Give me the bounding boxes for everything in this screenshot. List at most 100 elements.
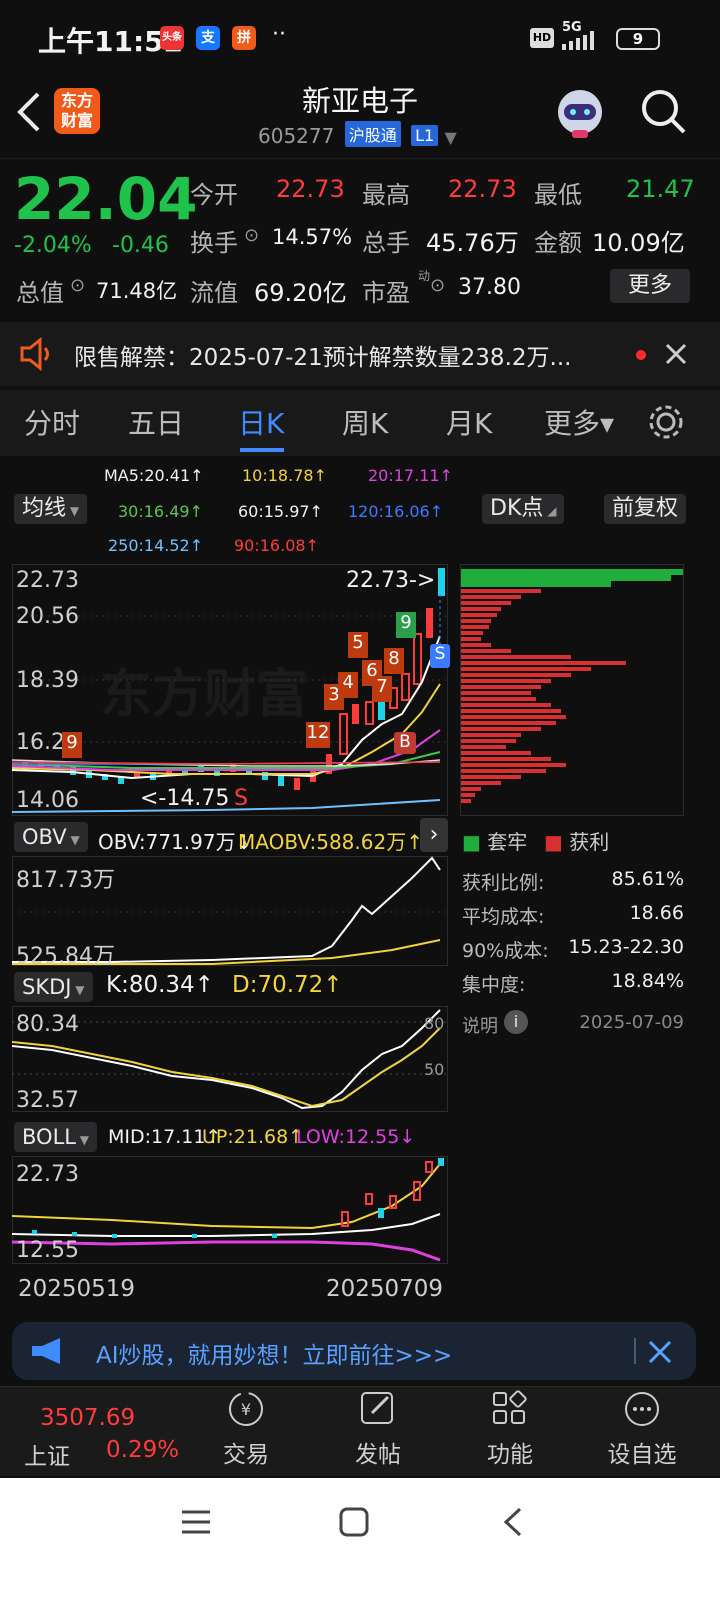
add-watchlist-label: 设自选 bbox=[607, 1442, 677, 1468]
svg-text:¥: ¥ bbox=[241, 1400, 251, 1419]
skdj-ref-50: 50 bbox=[424, 1060, 445, 1079]
system-nav-bar bbox=[0, 1478, 720, 1600]
high-price-marker: 22.73-> bbox=[346, 568, 436, 593]
td-count-marker: 3 bbox=[324, 684, 344, 710]
low-value: 21.47 bbox=[626, 175, 695, 203]
close-icon[interactable] bbox=[664, 342, 688, 366]
float-value: 69.20亿 bbox=[254, 279, 347, 307]
signal-icon bbox=[562, 31, 594, 50]
td-count-marker: 8 bbox=[384, 648, 404, 674]
low-label: 最低 bbox=[534, 181, 582, 209]
kline-y-label: 18.39 bbox=[16, 668, 79, 693]
stock-header: 东方 财富 新亚电子 605277 沪股通 L1 ▼ bbox=[0, 78, 720, 156]
info-icon[interactable]: ⊙ bbox=[244, 225, 259, 246]
battery-level: 9 bbox=[632, 30, 644, 48]
skdj-indicator-selector[interactable]: SKDJ ▼ bbox=[14, 972, 93, 1002]
mktcap-value: 71.48亿 bbox=[96, 279, 178, 303]
bottom-bar: 3507.69 上证 0.29% ¥ 交易 发帖 功能 设自选 bbox=[0, 1386, 720, 1476]
index-name[interactable]: 上证 bbox=[24, 1437, 70, 1471]
kline-y-label: 20.56 bbox=[16, 604, 79, 629]
banner-text: AI炒股，就用妙想！立即前往>>> bbox=[96, 1343, 453, 1369]
post-button[interactable]: 发帖 bbox=[328, 1389, 428, 1469]
tab-weekly-k[interactable]: 周K bbox=[342, 402, 388, 442]
dk-point-selector[interactable]: DK点 ◢ bbox=[482, 494, 565, 524]
chip-note-label[interactable]: 说明 bbox=[462, 1012, 498, 1038]
active-tab-indicator bbox=[240, 448, 284, 452]
date-end: 20250709 bbox=[326, 1276, 444, 1302]
ma5-value: MA5:20.41↑ bbox=[104, 466, 204, 485]
pe-label: 市盈 bbox=[362, 279, 410, 307]
info-icon[interactable]: ⊙ bbox=[430, 275, 445, 296]
volume-value: 45.76万 bbox=[426, 229, 519, 257]
index-change[interactable]: 0.29% bbox=[106, 1437, 179, 1463]
sell-signal-badge[interactable]: S bbox=[430, 644, 450, 668]
dropdown-arrow-icon[interactable]: ▼ bbox=[445, 128, 457, 147]
battery-icon: 9 bbox=[616, 28, 660, 50]
concentration-value: 18.84% bbox=[611, 970, 684, 992]
back-icon[interactable] bbox=[498, 1506, 530, 1538]
tab-monthly-k[interactable]: 月K bbox=[446, 402, 492, 442]
level-tag: L1 bbox=[411, 125, 439, 146]
period-tabs: 分时 五日 日K 周K 月K 更多▾ bbox=[0, 390, 720, 456]
trade-button[interactable]: ¥ 交易 bbox=[196, 1389, 296, 1469]
info-icon[interactable]: i bbox=[504, 1010, 528, 1034]
tab-intraday[interactable]: 分时 bbox=[24, 402, 80, 442]
avg-cost-label: 平均成本: bbox=[462, 906, 545, 928]
quote-panel: 22.04 -2.04% -0.46 今开 22.73 最高 22.73 最低 … bbox=[0, 158, 720, 318]
chevron-right-icon[interactable]: › bbox=[420, 818, 448, 852]
info-icon[interactable]: ⊙ bbox=[70, 275, 85, 296]
buy-signal-badge[interactable]: B bbox=[394, 732, 416, 754]
index-value[interactable]: 3507.69 bbox=[40, 1405, 135, 1431]
market-tag: 沪股通 bbox=[344, 121, 401, 147]
profit-ratio-label: 获利比例: bbox=[462, 872, 545, 894]
menu-icon[interactable] bbox=[180, 1506, 212, 1538]
obv-value: OBV:771.97万↓ bbox=[98, 830, 253, 854]
unread-dot bbox=[636, 350, 646, 360]
skdj-y-bottom: 32.57 bbox=[16, 1088, 79, 1113]
search-icon[interactable] bbox=[640, 88, 688, 136]
avg-line-selector[interactable]: 均线 ▼ bbox=[14, 494, 88, 524]
concentration-label: 集中度: bbox=[462, 974, 526, 996]
ma250-value: 250:14.52↑ bbox=[108, 536, 204, 555]
tab-five-day[interactable]: 五日 bbox=[128, 402, 184, 442]
skdj-ref-80: 80 bbox=[424, 1014, 445, 1033]
tab-more[interactable]: 更多▾ bbox=[544, 402, 614, 442]
hd-icon: HD bbox=[530, 28, 554, 48]
stock-code: 605277 bbox=[258, 124, 335, 148]
settings-gear-icon[interactable] bbox=[646, 402, 686, 442]
td-count-marker: 12 bbox=[306, 722, 330, 748]
forward-adjust-button[interactable]: 前复权 bbox=[604, 494, 687, 524]
close-icon[interactable] bbox=[648, 1340, 672, 1364]
status-bar: 上午11:52 头条 支 拼 ·· HD 5G 9 bbox=[0, 0, 720, 78]
skdj-name: SKDJ bbox=[22, 975, 72, 999]
sell-signal-marker[interactable]: S bbox=[234, 786, 248, 811]
obv-indicator-selector[interactable]: OBV ▼ bbox=[14, 822, 88, 852]
chip-legend-profit: ■ 获利 bbox=[544, 830, 610, 854]
change-amount: -0.46 bbox=[112, 233, 169, 258]
ai-robot-icon[interactable] bbox=[552, 86, 608, 142]
ai-promo-banner[interactable]: AI炒股，就用妙想！立即前往>>> bbox=[12, 1322, 696, 1380]
notice-text: 限售解禁：2025-07-21预计解禁数量238.2万... bbox=[74, 345, 572, 371]
kline-y-label: 14.06 bbox=[16, 788, 79, 813]
chip-date: 2025-07-09 bbox=[579, 1012, 684, 1033]
home-icon[interactable] bbox=[338, 1506, 370, 1538]
tab-daily-k[interactable]: 日K bbox=[238, 402, 284, 442]
functions-button[interactable]: 功能 bbox=[460, 1389, 560, 1469]
cost90-label: 90%成本: bbox=[462, 940, 549, 962]
boll-indicator-selector[interactable]: BOLL ▼ bbox=[14, 1122, 98, 1152]
more-button[interactable]: 更多 bbox=[610, 269, 690, 303]
chip-bars-profit bbox=[461, 589, 626, 803]
pe-superscript: 动 bbox=[418, 269, 431, 283]
grid-icon bbox=[493, 1390, 527, 1424]
high-value: 22.73 bbox=[448, 175, 517, 203]
yen-icon: ¥ bbox=[229, 1392, 263, 1426]
kline-y-label: 22.73 bbox=[16, 568, 79, 593]
maobv-value: MAOBV:588.62万↑ bbox=[238, 830, 423, 854]
add-watchlist-button[interactable]: 设自选 bbox=[592, 1389, 692, 1469]
turnover-value: 14.57% bbox=[272, 225, 353, 249]
ma30-value: 30:16.49↑ bbox=[118, 502, 203, 521]
functions-label: 功能 bbox=[487, 1442, 533, 1468]
notice-bar[interactable]: 限售解禁：2025-07-21预计解禁数量238.2万... bbox=[0, 322, 720, 386]
obv-name: OBV bbox=[22, 825, 67, 849]
profit-ratio-value: 85.61% bbox=[611, 868, 684, 890]
